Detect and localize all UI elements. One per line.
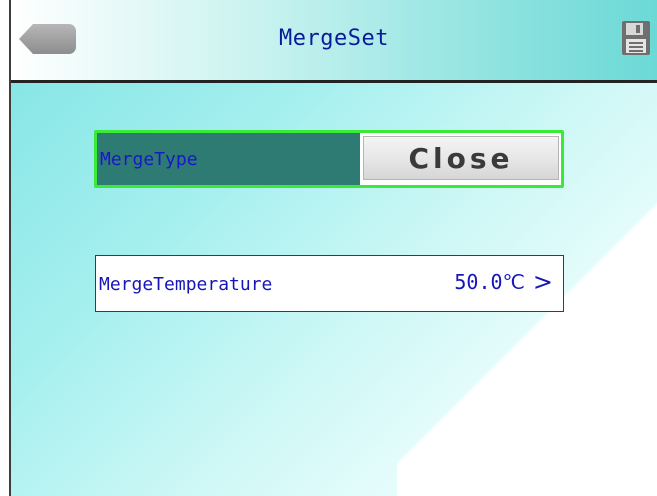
save-icon[interactable] <box>621 20 651 56</box>
background-wedge <box>397 176 657 496</box>
screen: MergeSet MergeType Close MergeTemperatur… <box>0 0 657 496</box>
merge-temperature-label: MergeTemperature <box>99 274 273 295</box>
chevron-right-icon: > <box>532 268 553 296</box>
merge-temperature-value: 50.0℃ <box>454 270 525 294</box>
screen-left-edge <box>0 0 11 496</box>
page-title: MergeSet <box>279 26 389 51</box>
merge-type-value-button[interactable]: Close <box>363 136 559 180</box>
header-bar: MergeSet <box>11 0 657 83</box>
merge-type-row[interactable]: MergeType Close <box>94 130 564 188</box>
merge-temperature-row[interactable]: MergeTemperature 50.0℃ > <box>95 255 564 312</box>
merge-type-label-cell: MergeType <box>97 133 360 185</box>
merge-type-label: MergeType <box>100 149 198 170</box>
